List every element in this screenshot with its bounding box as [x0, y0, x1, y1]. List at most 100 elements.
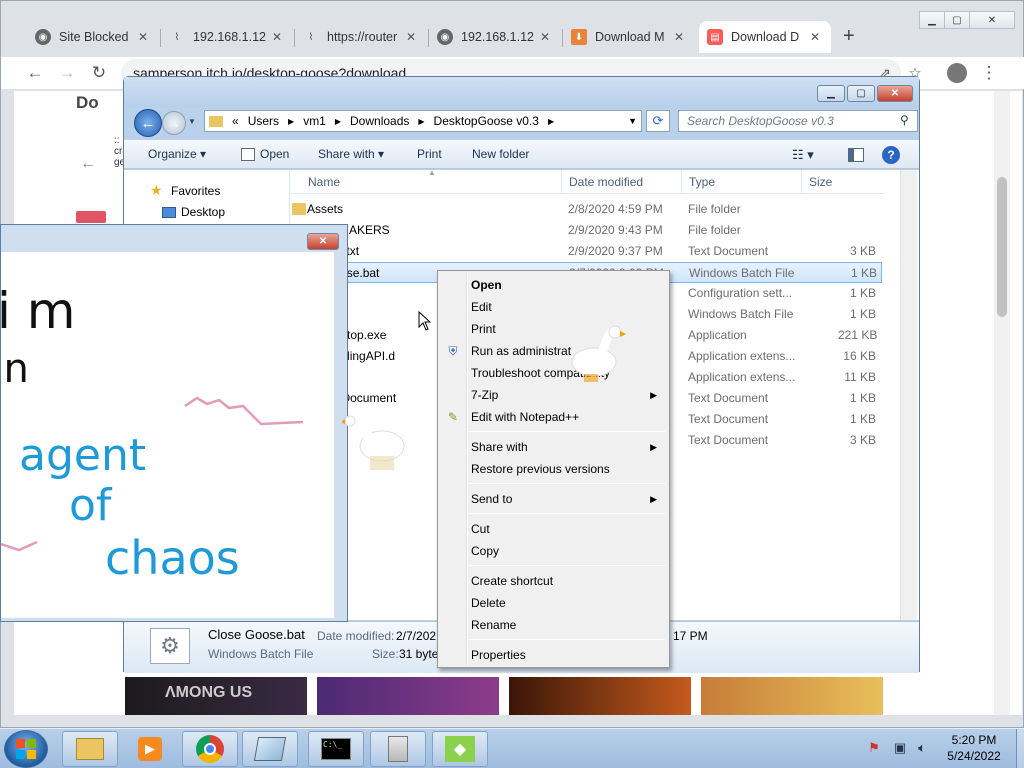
minimize-button[interactable]: ▁ [817, 85, 845, 102]
tab-download-d[interactable]: ▤ Download D ✕ [699, 21, 831, 53]
back-arrow-icon[interactable]: ← [134, 109, 162, 137]
menu-item-properties[interactable]: Properties [440, 644, 667, 666]
menu-item-cut[interactable]: Cut [440, 518, 667, 540]
network-icon[interactable]: ▣ [892, 740, 908, 756]
tab-router-3[interactable]: ◉ 192.168.1.12 ✕ [429, 21, 561, 53]
close-icon[interactable]: ✕ [671, 30, 687, 44]
taskbar-goose[interactable]: ◆ [432, 731, 488, 767]
taskbar-chrome[interactable] [182, 731, 238, 767]
share-with-menu[interactable]: Share with ▾ [318, 147, 384, 161]
menu-item-open[interactable]: Open [440, 274, 667, 296]
drawing-line-2: an [1, 346, 29, 392]
chevron-down-icon[interactable]: ▼ [628, 116, 637, 126]
game-thumbnail[interactable] [317, 677, 499, 715]
menu-item-troubleshoot-compatibility[interactable]: Troubleshoot compatibility [440, 362, 667, 384]
start-button[interactable] [4, 730, 48, 768]
breadcrumb-vm1[interactable]: vm1 [303, 114, 326, 128]
minimize-button[interactable]: ▁ [919, 11, 945, 29]
page-button-fragment[interactable] [76, 211, 106, 223]
menu-item-run-as-administrat[interactable]: Run as administrat ⛨ [440, 340, 667, 362]
close-button[interactable]: ✕ [877, 85, 913, 102]
action-center-flag-icon[interactable]: ⚑ [866, 740, 882, 756]
menu-item-restore-previous-versions[interactable]: Restore previous versions [440, 458, 667, 480]
taskbar-cmd[interactable]: C:\_ [308, 731, 364, 767]
goose-icon[interactable] [342, 414, 408, 472]
close-icon[interactable]: ✕ [135, 30, 151, 44]
file-row[interactable]: ngelog.txt2/9/2020 9:37 PMText Document3… [290, 241, 882, 262]
maximize-button[interactable]: ▢ [944, 11, 970, 29]
breadcrumb-overflow[interactable]: « [232, 114, 239, 128]
col-date[interactable]: Date modified [569, 175, 643, 189]
close-button[interactable]: ✕ [307, 233, 339, 250]
game-thumbnail[interactable] [701, 677, 883, 715]
refresh-icon[interactable]: ⟳ [646, 110, 670, 132]
menu-item-share-with[interactable]: Share with ▶ [440, 436, 667, 458]
breadcrumb-downloads[interactable]: Downloads [350, 114, 409, 128]
goose-icon[interactable] [566, 322, 626, 384]
breadcrumb-users[interactable]: Users [248, 114, 279, 128]
media-player-icon: ▶ [138, 737, 162, 761]
maximize-button[interactable]: ▢ [847, 85, 875, 102]
show-desktop-button[interactable] [1016, 729, 1024, 768]
file-size: 221 KB [838, 328, 878, 342]
organize-menu[interactable]: Organize ▾ [148, 147, 206, 161]
forward-arrow-icon[interactable]: → [162, 111, 186, 135]
close-icon[interactable]: ✕ [269, 30, 285, 44]
menu-item-edit[interactable]: Edit [440, 296, 667, 318]
close-button[interactable]: ✕ [969, 11, 1015, 29]
nav-desktop[interactable]: Desktop [181, 205, 225, 219]
menu-item-delete[interactable]: Delete [440, 592, 667, 614]
volume-icon[interactable]: 🔈︎ [914, 740, 930, 756]
breadcrumb-current-folder[interactable]: DesktopGoose v0.3 [434, 114, 539, 128]
taskbar-explorer[interactable] [62, 731, 118, 767]
menu-item-rename[interactable]: Rename [440, 614, 667, 636]
notepad-plus-icon: ✎ [447, 410, 459, 424]
tab-title: https://router [327, 30, 398, 44]
tab-download-m[interactable]: ⬇ Download M ✕ [563, 21, 695, 53]
taskbar-paint[interactable] [242, 731, 298, 767]
preview-pane-icon[interactable] [848, 148, 864, 162]
col-size[interactable]: Size [809, 175, 832, 189]
profile-avatar[interactable] [945, 61, 969, 85]
view-options-icon[interactable]: ☷ ▾ [792, 147, 814, 163]
print-button[interactable]: Print [417, 147, 442, 161]
drawing-canvas[interactable]: i m an agent of chaos [1, 252, 334, 618]
tab-router-2[interactable]: ⌇ https://router ✕ [295, 21, 427, 53]
file-row[interactable]: Assets 2/8/2020 4:59 PM File folder [290, 199, 882, 220]
page-scrollbar[interactable] [994, 91, 1010, 715]
file-row[interactable]: MOD-MAKERS 2/9/2020 9:43 PM File folder [290, 220, 882, 241]
reload-icon[interactable]: ↻ [87, 61, 111, 85]
system-clock[interactable]: 5:20 PM 5/24/2022 [934, 732, 1014, 764]
close-icon[interactable]: ✕ [537, 30, 553, 44]
search-input[interactable]: Search DesktopGoose v0.3 [678, 110, 918, 132]
help-icon[interactable]: ? [882, 146, 900, 164]
tab-site-blocked[interactable]: ◉ Site Blocked ✕ [27, 21, 159, 53]
menu-item-send-to[interactable]: Send to ▶ [440, 488, 667, 510]
file-list-scrollbar[interactable] [900, 170, 917, 620]
close-icon[interactable]: ✕ [807, 30, 823, 44]
explorer-titlebar[interactable]: ▁ ▢ ✕ [124, 77, 919, 107]
clock-time: 5:20 PM [951, 733, 997, 747]
breadcrumb[interactable]: « Users ▶ vm1 ▶ Downloads ▶ DesktopGoose v0… [204, 110, 642, 132]
nav-favorites[interactable]: Favorites [171, 184, 220, 198]
menu-item-7-zip[interactable]: 7-Zip ▶ [440, 384, 667, 406]
menu-item-edit-with-notepad[interactable]: Edit with Notepad++ ✎ [440, 406, 667, 428]
taskbar-media-player[interactable]: ▶ [122, 731, 178, 767]
tab-router-1[interactable]: ⌇ 192.168.1.12 ✕ [161, 21, 293, 53]
back-icon[interactable]: ← [23, 61, 47, 85]
taskbar-archive[interactable] [370, 731, 426, 767]
close-icon[interactable]: ✕ [403, 30, 419, 44]
forward-icon[interactable]: → [55, 61, 79, 85]
menu-item-copy[interactable]: Copy [440, 540, 667, 562]
menu-item-print[interactable]: Print [440, 318, 667, 340]
game-thumbnail[interactable]: ΛMONG US [125, 677, 307, 715]
recent-pages-chevron-icon[interactable]: ▼ [188, 117, 196, 126]
menu-kebab-icon[interactable]: ⋮ [977, 61, 1001, 85]
new-folder-button[interactable]: New folder [472, 147, 529, 161]
open-button[interactable]: Open [260, 147, 289, 161]
menu-item-create-shortcut[interactable]: Create shortcut [440, 570, 667, 592]
game-thumbnail[interactable] [509, 677, 691, 715]
new-tab-button[interactable]: + [843, 25, 863, 49]
col-type[interactable]: Type [689, 175, 715, 189]
col-name[interactable]: Name [308, 175, 340, 189]
